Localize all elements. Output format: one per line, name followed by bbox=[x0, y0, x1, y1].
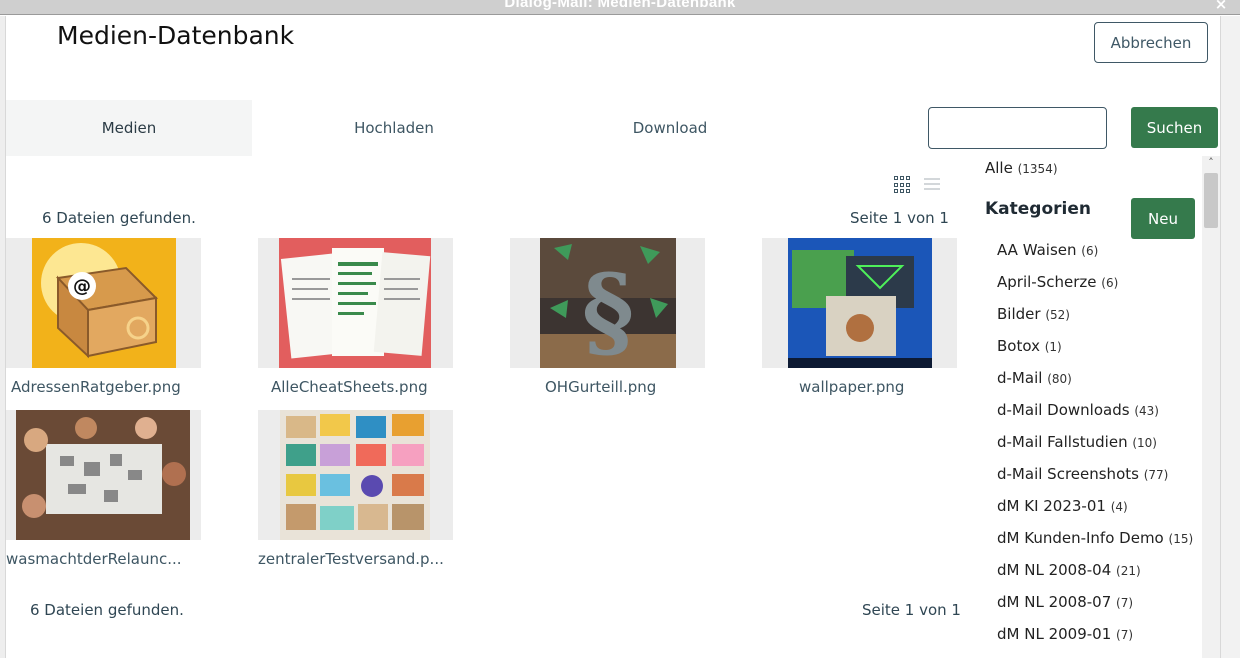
media-file-tile[interactable]: zentralerTestversand.p... bbox=[258, 410, 493, 582]
file-name: wasmachtderRelaunc... bbox=[6, 550, 182, 568]
svg-text:@: @ bbox=[73, 276, 91, 297]
category-item[interactable]: d-Mail Screenshots (77) bbox=[997, 464, 1204, 496]
category-item[interactable]: d-Mail Fallstudien (10) bbox=[997, 432, 1204, 464]
file-name: wallpaper.png bbox=[799, 378, 905, 396]
tab-bar: Medien Hochladen Download bbox=[6, 100, 976, 156]
envelopes-collage-icon bbox=[280, 410, 430, 540]
page-indicator-bottom: Seite 1 von 1 bbox=[862, 601, 961, 619]
file-name: AdressenRatgeber.png bbox=[11, 378, 181, 396]
category-item-count: (52) bbox=[1045, 308, 1070, 322]
new-category-button[interactable]: Neu bbox=[1131, 198, 1195, 239]
page-title: Medien-Datenbank bbox=[57, 21, 295, 50]
list-view-icon[interactable] bbox=[924, 178, 940, 192]
category-item-label: d-Mail Fallstudien bbox=[997, 433, 1128, 451]
view-toggle bbox=[894, 174, 944, 198]
category-item-count: (7) bbox=[1116, 628, 1134, 642]
category-all-count: (1354) bbox=[1017, 162, 1058, 176]
category-item-count: (6) bbox=[1081, 244, 1099, 258]
category-item-count: (7) bbox=[1116, 596, 1134, 610]
file-thumbnail: @ bbox=[6, 238, 201, 368]
category-item-label: AA Waisen bbox=[997, 241, 1077, 259]
grid-view-icon[interactable] bbox=[894, 176, 912, 194]
media-file-tile[interactable]: wallpaper.png bbox=[762, 238, 997, 410]
media-dialog: Medien-Datenbank Abbrechen Medien Hochla… bbox=[6, 16, 1220, 658]
category-item[interactable]: dM KI 2023-01 (4) bbox=[997, 496, 1204, 528]
file-thumbnail bbox=[258, 410, 453, 540]
close-icon[interactable]: × bbox=[1208, 0, 1234, 13]
category-scrollbar[interactable]: ˄ bbox=[1202, 156, 1220, 658]
paragraph-symbol-icon: § bbox=[540, 238, 676, 368]
svg-text:§: § bbox=[582, 252, 634, 368]
file-thumbnail bbox=[6, 410, 201, 540]
category-panel: Alle (1354) Kategorien Neu AA Waisen (6)… bbox=[976, 156, 1204, 658]
category-item-count: (1) bbox=[1044, 340, 1062, 354]
category-item[interactable]: AA Waisen (6) bbox=[997, 240, 1204, 272]
results-count: 6 Dateien gefunden. bbox=[42, 209, 196, 227]
category-item-count: (15) bbox=[1168, 532, 1194, 546]
category-item-label: dM Kunden-Info Demo bbox=[997, 529, 1164, 547]
category-item-label: April-Scherze bbox=[997, 273, 1097, 291]
search-input[interactable] bbox=[928, 107, 1107, 149]
category-all-label: Alle bbox=[985, 159, 1013, 177]
category-item-count: (77) bbox=[1143, 468, 1169, 482]
scrollbar-thumb[interactable] bbox=[1204, 173, 1218, 228]
category-item[interactable]: dM Kunden-Info Demo (15) bbox=[997, 528, 1204, 560]
media-file-tile[interactable]: AlleCheatSheets.png bbox=[258, 238, 493, 410]
cheat-sheet-documents-icon bbox=[279, 238, 431, 368]
category-item-label: dM KI 2023-01 bbox=[997, 497, 1106, 515]
tab-hochladen[interactable]: Hochladen bbox=[252, 100, 536, 156]
file-thumbnail: § bbox=[510, 238, 705, 368]
category-item-count: (80) bbox=[1047, 372, 1072, 386]
file-name: zentralerTestversand.p... bbox=[258, 550, 444, 568]
category-item[interactable]: Botox (1) bbox=[997, 336, 1204, 368]
cancel-button[interactable]: Abbrechen bbox=[1094, 22, 1208, 63]
category-item-label: d-Mail Screenshots bbox=[997, 465, 1139, 483]
tab-medien[interactable]: Medien bbox=[6, 100, 252, 156]
category-item[interactable]: April-Scherze (6) bbox=[997, 272, 1204, 304]
category-item[interactable]: d-Mail (80) bbox=[997, 368, 1204, 400]
media-file-tile[interactable]: wasmachtderRelaunc... bbox=[6, 410, 241, 582]
search-button[interactable]: Suchen bbox=[1131, 107, 1218, 148]
category-item-count: (6) bbox=[1101, 276, 1119, 290]
category-item-count: (10) bbox=[1132, 436, 1157, 450]
file-name: AlleCheatSheets.png bbox=[271, 378, 428, 396]
page-indicator: Seite 1 von 1 bbox=[850, 209, 949, 227]
golden-chest-at-sign-icon: @ bbox=[32, 238, 176, 368]
tab-download[interactable]: Download bbox=[536, 100, 804, 156]
category-item[interactable]: dM NL 2008-07 (7) bbox=[997, 592, 1204, 624]
category-item[interactable]: dM NL 2009-01 (7) bbox=[997, 624, 1204, 656]
media-file-tile[interactable]: @ AdressenRatgeber.png bbox=[6, 238, 241, 410]
category-item-count: (43) bbox=[1134, 404, 1159, 418]
category-item[interactable]: Bilder (52) bbox=[997, 304, 1204, 336]
category-item-label: dM NL 2009-01 bbox=[997, 625, 1112, 643]
category-item-count: (4) bbox=[1110, 500, 1128, 514]
category-item-count: (21) bbox=[1116, 564, 1141, 578]
window-title: Dialog-Mail: Medien-Datenbank bbox=[504, 0, 736, 11]
file-thumbnail bbox=[762, 238, 957, 368]
dialog-frame-right bbox=[1220, 16, 1240, 658]
scroll-up-icon[interactable]: ˄ bbox=[1204, 156, 1218, 170]
category-item-label: d-Mail bbox=[997, 369, 1043, 387]
category-item[interactable]: dM NL 2008-04 (21) bbox=[997, 560, 1204, 592]
category-item-label: d-Mail Downloads bbox=[997, 401, 1130, 419]
category-item-label: Botox bbox=[997, 337, 1040, 355]
categories-title: Kategorien bbox=[985, 199, 1091, 219]
desktop-wallpaper-icon bbox=[788, 238, 932, 368]
window-titlebar: Dialog-Mail: Medien-Datenbank × bbox=[0, 0, 1240, 15]
category-list: AA Waisen (6) April-Scherze (6) Bilder (52… bbox=[997, 240, 1204, 656]
team-meeting-icon bbox=[16, 410, 190, 540]
media-file-tile[interactable]: § OHGurteill.png bbox=[510, 238, 745, 410]
file-thumbnail bbox=[258, 238, 453, 368]
category-item-label: dM NL 2008-07 bbox=[997, 593, 1112, 611]
category-all[interactable]: Alle (1354) bbox=[985, 159, 1058, 177]
results-count-bottom: 6 Dateien gefunden. bbox=[30, 601, 184, 619]
category-item-label: dM NL 2008-04 bbox=[997, 561, 1112, 579]
category-item-label: Bilder bbox=[997, 305, 1041, 323]
media-grid-area: 6 Dateien gefunden. Seite 1 von 1 @ Adre… bbox=[6, 156, 971, 658]
category-item[interactable]: d-Mail Downloads (43) bbox=[997, 400, 1204, 432]
file-name: OHGurteill.png bbox=[545, 378, 657, 396]
